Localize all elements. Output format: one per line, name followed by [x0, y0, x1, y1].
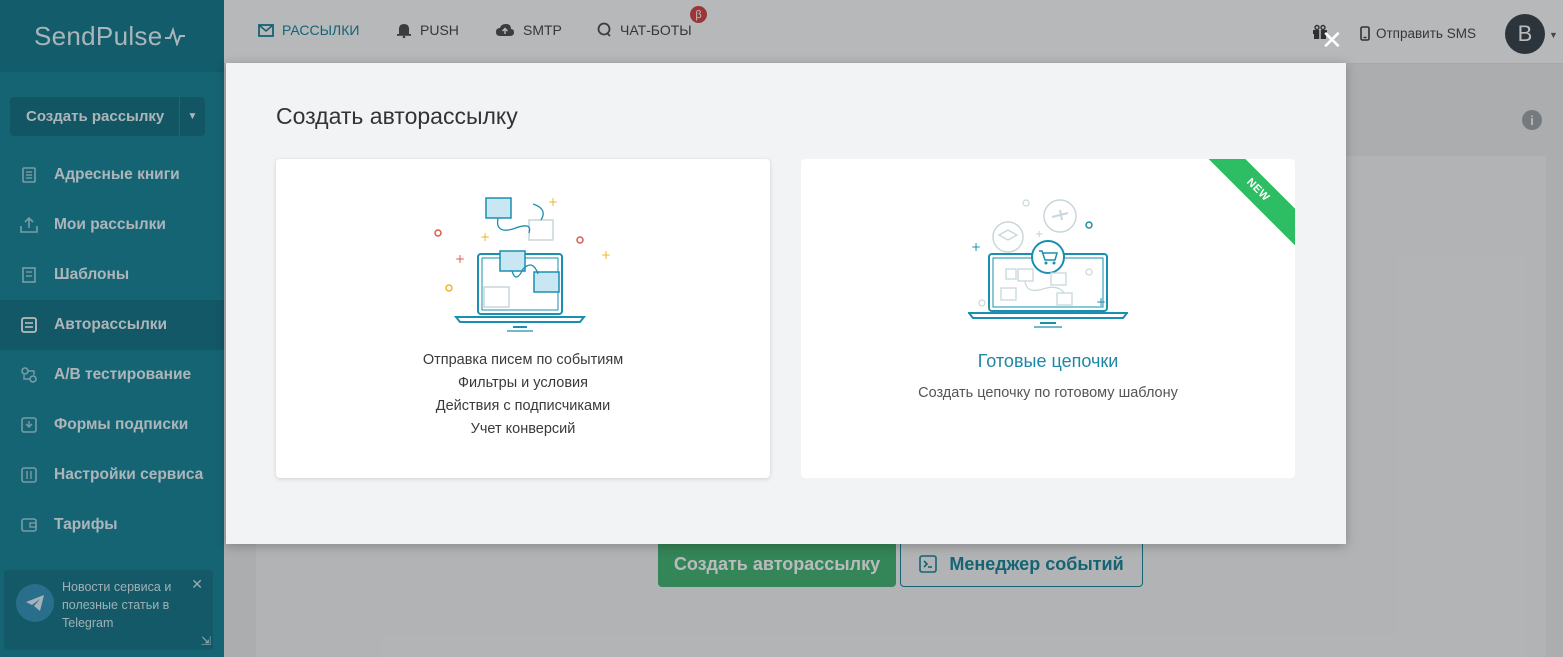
- feature-item: Отправка писем по событиям: [422, 352, 624, 368]
- feature-item: Действия с подписчиками: [435, 398, 611, 414]
- laptop-chains-illustration: + + +: [801, 189, 1295, 339]
- feature-item: Учет конверсий: [470, 421, 576, 437]
- ready-chains-card[interactable]: NEW + + + Готовые цепочки Создать цепочк…: [801, 159, 1295, 478]
- svg-text:+: +: [455, 252, 465, 266]
- svg-text:+: +: [480, 230, 490, 244]
- svg-text:+: +: [548, 195, 558, 209]
- svg-text:+: +: [601, 248, 611, 262]
- svg-text:+: +: [971, 240, 981, 254]
- svg-text:+: +: [1035, 229, 1043, 240]
- close-modal-icon[interactable]: ✕: [1321, 27, 1343, 53]
- laptop-flow-illustration: + + + +: [276, 189, 770, 339]
- modal-title: Создать авторассылку: [276, 103, 518, 129]
- ready-chains-subtitle: Создать цепочку по готовому шаблону: [918, 385, 1178, 401]
- feature-list: Отправка писем по событиям Фильтры и усл…: [276, 349, 770, 441]
- create-autoresponder-modal: Создать авторассылку + + + + Отправка пи…: [226, 63, 1346, 544]
- feature-item: Фильтры и условия: [458, 375, 588, 391]
- custom-flow-card[interactable]: + + + + Отправка писем по событиям Фильт…: [276, 159, 770, 478]
- ready-chains-title: Готовые цепочки: [977, 351, 1119, 371]
